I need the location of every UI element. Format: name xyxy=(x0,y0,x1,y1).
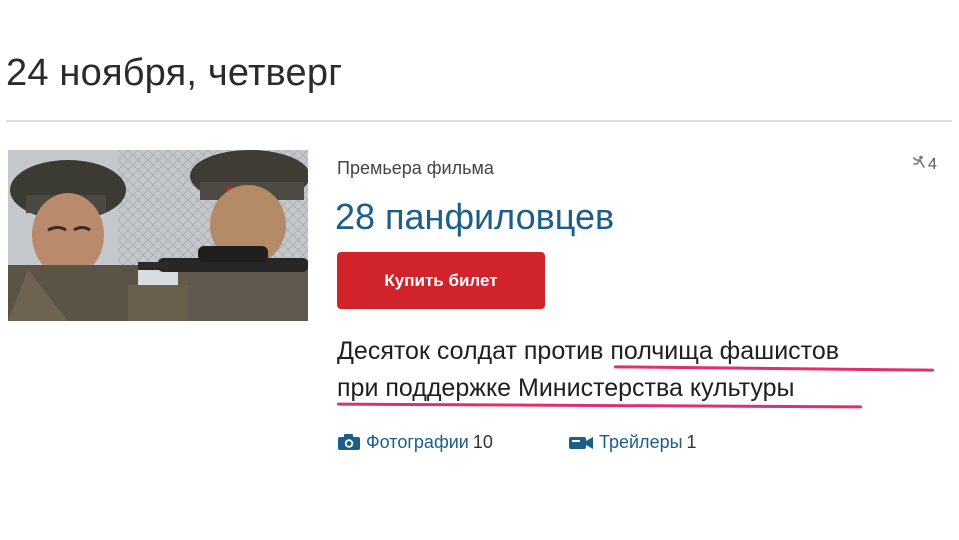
movie-title-link[interactable]: 28 панфиловцев xyxy=(335,196,614,238)
rating-badge: 4 xyxy=(912,155,937,174)
photos-count: 10 xyxy=(472,432,493,452)
trailers-count: 1 xyxy=(686,432,697,452)
divider xyxy=(6,120,952,122)
video-camera-icon xyxy=(568,433,594,456)
highlight-underline-2 xyxy=(336,402,863,409)
movie-poster-image[interactable] xyxy=(8,150,308,321)
trailers-label: Трейлеры xyxy=(599,432,683,452)
date-heading: 24 ноября, четверг xyxy=(6,52,343,94)
photos-link[interactable]: Фотографии 10 xyxy=(337,432,493,456)
highlight-underline-1 xyxy=(613,365,935,372)
description-line-1: Десяток солдат против полчища фашистов xyxy=(337,337,840,365)
figure-icon xyxy=(912,155,926,174)
description-line-2: при поддержке Министерства культуры xyxy=(337,374,795,402)
buy-ticket-button[interactable]: Купить билет xyxy=(337,252,545,309)
movie-still-illustration xyxy=(8,150,308,321)
camera-icon xyxy=(337,433,361,456)
rating-value: 4 xyxy=(928,156,937,173)
event-category-label: Премьера фильма xyxy=(337,158,494,178)
photos-label: Фотографии xyxy=(366,432,469,452)
trailers-link[interactable]: Трейлеры 1 xyxy=(568,432,697,456)
